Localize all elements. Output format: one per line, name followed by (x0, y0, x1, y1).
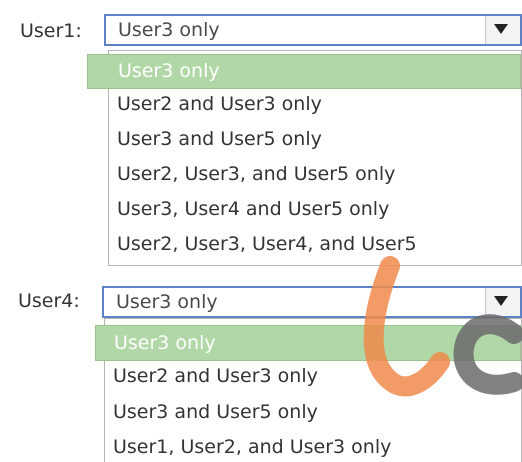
user1-selected-value: User3 only (118, 19, 220, 41)
user4-option[interactable]: User2 and User3 only (105, 361, 521, 397)
user4-combobox[interactable]: User3 only (102, 286, 522, 318)
user1-option[interactable]: User2 and User3 only (109, 88, 521, 123)
user1-option[interactable]: User2, User3, and User5 only (109, 158, 521, 193)
user4-dropdown-button[interactable] (485, 288, 520, 316)
triangle-down-icon (494, 296, 508, 306)
user4-option[interactable]: User3 only (95, 325, 521, 361)
triangle-down-icon (494, 24, 508, 34)
user4-options-list: User3 only User2 and User3 only User3 an… (95, 318, 522, 462)
user1-label: User1: (20, 20, 82, 42)
user1-option[interactable]: User2, User3, User4, and User5 (109, 228, 521, 263)
user4-option[interactable]: User1, User2, and User3 only (105, 430, 521, 462)
user1-options-list: User3 only User2 and User3 only User3 an… (87, 50, 522, 266)
user1-option[interactable]: User3, User4 and User5 only (109, 193, 521, 228)
user1-combobox[interactable]: User3 only (104, 14, 522, 46)
user1-option[interactable]: User3 only (87, 54, 521, 89)
user1-dropdown-button[interactable] (485, 16, 520, 44)
user4-option[interactable]: User3 and User5 only (105, 395, 521, 431)
user4-label: User4: (18, 290, 80, 312)
user4-selected-value: User3 only (116, 291, 218, 313)
user1-option[interactable]: User3 and User5 only (109, 123, 521, 158)
